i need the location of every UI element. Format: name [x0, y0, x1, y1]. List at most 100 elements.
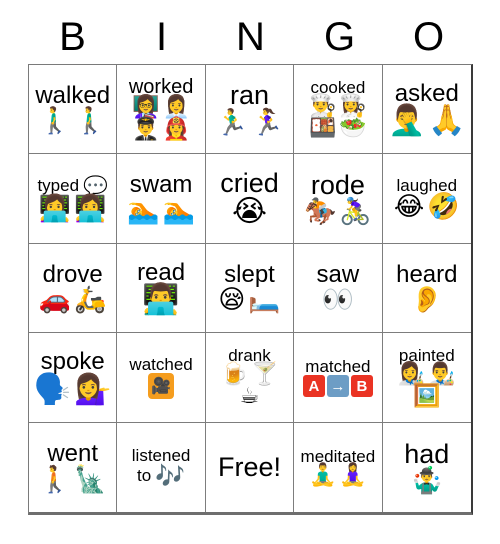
- bingo-cell-n2[interactable]: cried 😭: [205, 154, 295, 244]
- cell-word-line: spoke: [41, 349, 105, 374]
- bingo-cell-g2[interactable]: rode 🏇 🚴‍♀️: [294, 154, 383, 244]
- eyes-icon: 👀: [321, 285, 355, 316]
- motor-scooter-icon: 🛵: [74, 285, 107, 316]
- cell-emoji-row: 🚶 🗽: [39, 467, 107, 493]
- cell-emoji-row: 🍱 🥗: [309, 115, 367, 141]
- bingo-card: BINGO walked 🚶‍♂️ 🚶‍♂️ worked 👩‍🏫 👩‍💼 👨‍✈️ 👩‍🚒 r…: [0, 0, 500, 544]
- cell-emoji-row: 🏃‍♂️ 🏃‍♀️: [216, 110, 284, 136]
- right-arrow-icon: →: [326, 375, 349, 398]
- bingo-letter-i: I: [155, 15, 168, 59]
- cell-emoji-row: 👩‍💻 👩‍💻: [39, 196, 107, 222]
- firefighter-icon: 👩‍🚒: [162, 117, 190, 143]
- cell-word: walked: [35, 81, 111, 109]
- pilot-icon: 👨‍✈️: [132, 117, 160, 143]
- bingo-cell-g3[interactable]: saw 👀: [294, 243, 383, 334]
- cell-word-line: saw: [316, 260, 360, 288]
- man-technologist-icon: 👨‍💻: [142, 282, 180, 318]
- cell-emoji-row: 🖼️: [413, 386, 440, 408]
- cell-ab-row: A → B: [302, 375, 373, 398]
- bingo-cell-b4[interactable]: spoke 🗣️ 💁‍♀️: [29, 333, 118, 423]
- bingo-cell-n5[interactable]: Free!: [205, 422, 295, 512]
- cell-word-line: rode: [311, 171, 365, 200]
- bingo-cell-n3[interactable]: slept 😪 🛏️: [205, 243, 295, 334]
- cell-word: had: [404, 438, 450, 469]
- cell-word-line: cried: [220, 169, 279, 198]
- cell-word-line: Free!: [217, 451, 281, 482]
- ear-icon: 👂: [410, 285, 443, 316]
- man-cook-icon: 👨‍🍳: [308, 93, 337, 119]
- cell-word: Free!: [217, 451, 281, 482]
- bingo-cell-i3[interactable]: read 👨‍💻: [117, 243, 206, 334]
- bingo-cell-i2[interactable]: swam 🏊 🏊: [117, 154, 206, 244]
- bingo-cell-b3[interactable]: drove 🚗 🛵: [29, 243, 118, 334]
- bingo-letter-n: N: [236, 15, 265, 59]
- cell-emoji-row: 🧘‍♂️ 🧘‍♀️: [309, 464, 367, 487]
- cell-word: typed: [37, 175, 80, 195]
- person-walking-icon: 🚶‍♂️: [74, 106, 107, 137]
- bingo-letter-b: B: [59, 15, 86, 59]
- cell-emoji-row: 👨‍🍳 👩‍🍳: [308, 93, 367, 119]
- bingo-cell-g1[interactable]: cooked 👨‍🍳 👩‍🍳 🍱 🥗: [294, 65, 383, 155]
- bingo-cell-o1[interactable]: asked 🤦‍♂️ 🙏: [382, 65, 471, 155]
- cell-word-line: heard: [396, 262, 457, 287]
- folded-hands-icon: 🙏: [428, 103, 466, 139]
- cell-emoji-row: 🗣️ 💁‍♀️: [33, 371, 112, 407]
- statue-of-liberty-icon: 🗽: [74, 464, 107, 495]
- bingo-cell-i1[interactable]: worked 👩‍🏫 👩‍💼 👨‍✈️ 👩‍🚒: [117, 65, 206, 155]
- cell-word-line: watched: [129, 354, 193, 374]
- green-salad-icon: 🥗: [339, 115, 367, 141]
- bingo-cell-n4[interactable]: drank 🍺 🍸 ☕: [205, 333, 295, 423]
- bingo-cell-o4[interactable]: painted 👩‍🎨 👨‍🎨 🖼️: [382, 333, 471, 423]
- cell-emoji-row: 👨‍💻: [142, 285, 179, 315]
- cocktail-glass-icon: 🍸: [250, 362, 279, 388]
- bingo-letter-g: G: [323, 15, 356, 59]
- cell-word-line: walked: [35, 81, 111, 109]
- person-walking-icon: 🚶: [38, 464, 72, 495]
- bingo-cell-b1[interactable]: walked 🚶‍♂️ 🚶‍♂️: [29, 65, 118, 155]
- cell-word-line: slept: [224, 260, 275, 288]
- cell-emoji-row: 🚗 🛵: [39, 287, 107, 313]
- bingo-cell-i4[interactable]: watched 🎥: [117, 333, 206, 423]
- speaking-head-icon: 🗣️: [33, 371, 72, 407]
- bingo-cell-o2[interactable]: laughed 😂 🤣: [382, 154, 471, 244]
- technologist-icon: 👩‍💻: [74, 193, 107, 224]
- bingo-cell-b2[interactable]: typed 💬 👩‍💻 👩‍💻: [29, 154, 118, 244]
- person-walking-icon: 🚶‍♂️: [38, 106, 72, 137]
- bingo-cell-o3[interactable]: heard 👂: [382, 243, 471, 334]
- cell-emoji-row: 👩‍🎨 👨‍🎨: [398, 364, 456, 386]
- cell-word-continuation: to: [137, 466, 152, 486]
- bingo-letter-o: O: [412, 15, 445, 59]
- face-with-tears-of-joy-icon: 😂: [393, 192, 425, 223]
- bingo-cell-g5[interactable]: meditated 🧘‍♂️ 🧘‍♀️: [294, 422, 383, 512]
- cell-emoji-row: ☕: [240, 386, 260, 408]
- cell-emoji-row: 👨‍✈️ 👩‍🚒: [132, 119, 190, 141]
- person-swimming-icon: 🏊: [162, 195, 195, 226]
- bingo-cell-o5[interactable]: had 🤹‍♂️: [382, 422, 471, 512]
- bingo-cell-n1[interactable]: ran 🏃‍♂️ 🏃‍♀️: [205, 65, 295, 155]
- cell-emoji-grid: 👩‍🏫 👩‍💼 👨‍✈️ 👩‍🚒: [132, 97, 190, 141]
- cell-word-line: ran: [230, 82, 269, 110]
- cell-word-line-2: to 🎶: [137, 464, 185, 488]
- bingo-header: BINGO: [28, 10, 473, 64]
- cell-word: slept: [224, 260, 275, 288]
- cell-emoji-grid: 👩‍🎨 👨‍🎨 🖼️: [398, 364, 456, 408]
- cell-word-line: typed 💬: [37, 176, 108, 196]
- man-artist-icon: 👨‍🎨: [428, 362, 456, 388]
- automobile-icon: 🚗: [38, 285, 72, 316]
- cell-emoji-row: 😂 🤣: [394, 194, 460, 220]
- man-juggling-icon: 🤹‍♂️: [410, 466, 443, 497]
- bingo-cell-i5[interactable]: listened to 🎶: [117, 422, 206, 512]
- cell-word: watched: [129, 354, 193, 374]
- cell-emoji-row: 🚶‍♂️ 🚶‍♂️: [39, 108, 107, 134]
- rolling-on-the-floor-laughing-icon: 🤣: [427, 192, 460, 223]
- cell-emoji-row: 🏇 🚴‍♀️: [304, 199, 372, 225]
- cell-word: saw: [316, 260, 360, 288]
- speech-balloon-icon: 💬: [83, 173, 108, 198]
- bingo-cell-b5[interactable]: went 🚶 🗽: [29, 422, 118, 512]
- cell-word: drove: [42, 260, 103, 288]
- person-facepalming-icon: 🤦‍♂️: [387, 103, 426, 139]
- woman-tipping-hand-icon: 💁‍♀️: [74, 371, 112, 407]
- woman-cook-icon: 👩‍🍳: [339, 93, 367, 119]
- bingo-cell-g4[interactable]: matched A → B: [294, 333, 383, 423]
- cell-emoji-row: 🍺 🍸: [221, 364, 279, 386]
